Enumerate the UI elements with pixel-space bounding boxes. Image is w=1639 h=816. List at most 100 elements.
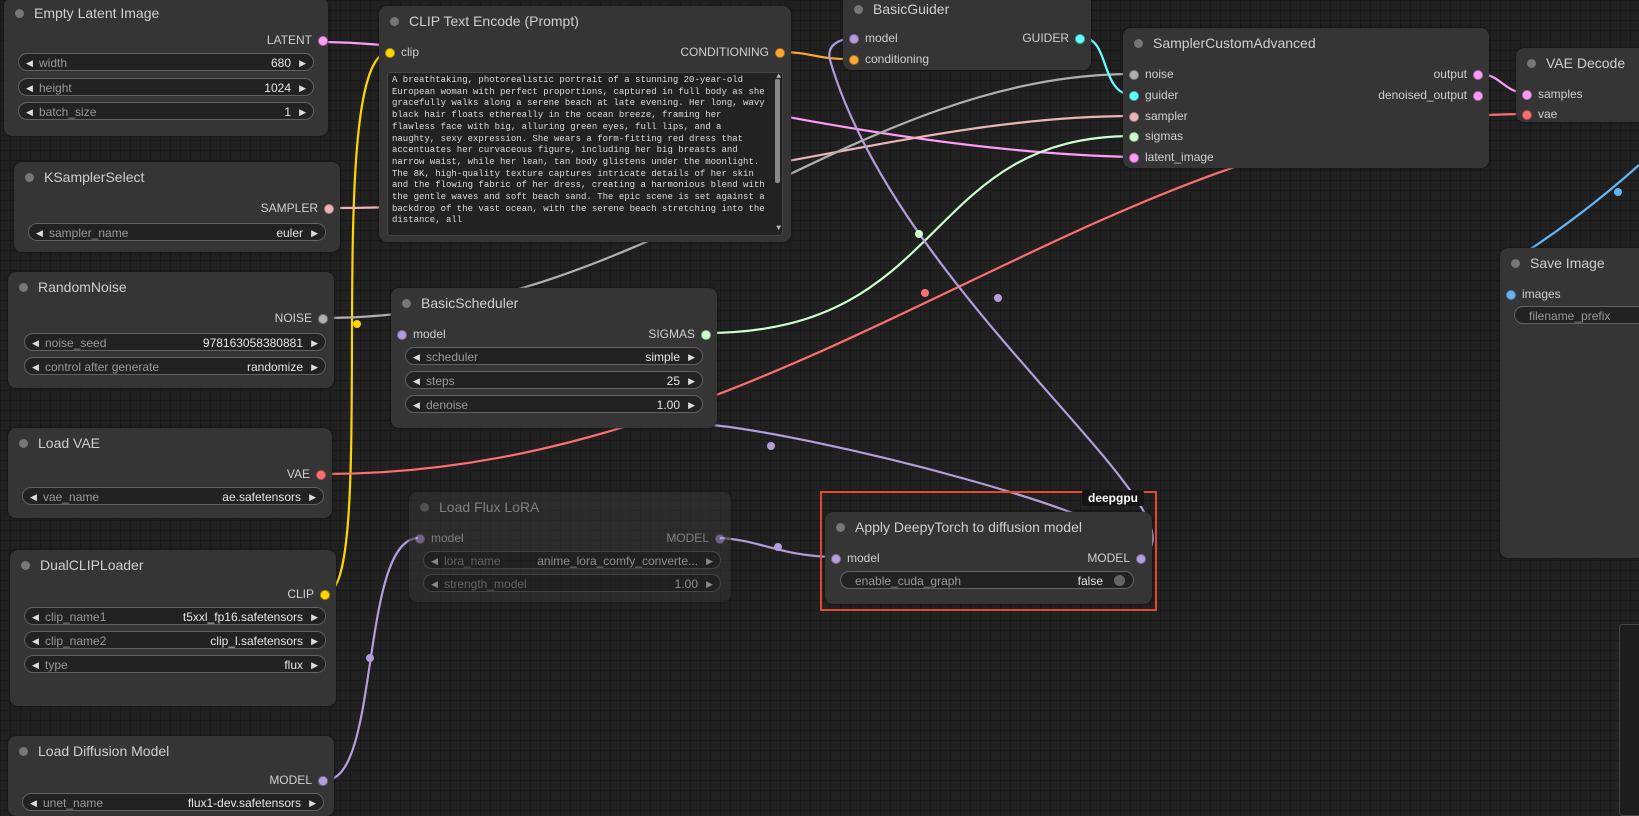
slot-dot-icon[interactable] bbox=[1506, 290, 1516, 300]
node-title[interactable]: BasicGuider bbox=[843, 0, 1091, 24]
decrement-arrow-icon[interactable]: ◀ bbox=[431, 552, 438, 570]
slot-dot-icon[interactable] bbox=[831, 554, 841, 564]
slot-dot-icon[interactable] bbox=[1129, 91, 1139, 101]
collapse-dot-icon[interactable] bbox=[21, 561, 30, 570]
input-samples[interactable]: samples bbox=[1522, 86, 1583, 102]
side-panel-edge[interactable] bbox=[1619, 624, 1639, 816]
increment-arrow-icon[interactable]: ▶ bbox=[309, 794, 316, 812]
decrement-arrow-icon[interactable]: ◀ bbox=[413, 372, 420, 390]
scrollbar[interactable] bbox=[775, 79, 780, 183]
slot-dot-icon[interactable] bbox=[1473, 70, 1483, 80]
collapse-dot-icon[interactable] bbox=[25, 173, 34, 182]
vae-name-widget[interactable]: ◀ vae_name ae.safetensors ▶ bbox=[22, 487, 324, 505]
decrement-arrow-icon[interactable]: ◀ bbox=[26, 103, 33, 121]
collapse-dot-icon[interactable] bbox=[854, 5, 863, 14]
collapse-dot-icon[interactable] bbox=[19, 747, 28, 756]
denoise-widget[interactable]: ◀ denoise 1.00 ▶ bbox=[405, 395, 703, 413]
slot-dot-icon[interactable] bbox=[1473, 91, 1483, 101]
node-dual-clip-loader[interactable]: DualCLIPLoader CLIP ◀ clip_name1 t5xxl_fp1… bbox=[10, 550, 336, 706]
increment-arrow-icon[interactable]: ▶ bbox=[706, 552, 713, 570]
slot-dot-icon[interactable] bbox=[318, 36, 328, 46]
node-title[interactable]: Empty Latent Image bbox=[4, 0, 328, 28]
node-basic-scheduler[interactable]: BasicScheduler model SIGMAS ◀ scheduler si… bbox=[391, 288, 717, 428]
output-conditioning[interactable]: CONDITIONING bbox=[680, 44, 785, 60]
node-title[interactable]: RandomNoise bbox=[8, 272, 334, 302]
reroute-dot[interactable] bbox=[366, 654, 374, 662]
collapse-dot-icon[interactable] bbox=[836, 523, 845, 532]
increment-arrow-icon[interactable]: ▶ bbox=[311, 334, 318, 352]
reroute-dot[interactable] bbox=[915, 230, 923, 238]
node-sampler-custom-advanced[interactable]: SamplerCustomAdvanced noise output guide… bbox=[1123, 28, 1489, 168]
output-model[interactable]: MODEL bbox=[666, 530, 725, 546]
input-sigmas[interactable]: sigmas bbox=[1129, 128, 1183, 144]
node-clip-text-encode[interactable]: CLIP Text Encode (Prompt) clip CONDITION… bbox=[379, 6, 791, 242]
increment-arrow-icon[interactable]: ▶ bbox=[309, 488, 316, 506]
decrement-arrow-icon[interactable]: ◀ bbox=[36, 224, 43, 242]
slot-dot-icon[interactable] bbox=[324, 204, 334, 214]
slot-dot-icon[interactable] bbox=[320, 590, 330, 600]
decrement-arrow-icon[interactable]: ◀ bbox=[30, 488, 37, 506]
decrement-arrow-icon[interactable]: ◀ bbox=[32, 632, 39, 650]
collapse-dot-icon[interactable] bbox=[15, 9, 24, 18]
slot-dot-icon[interactable] bbox=[385, 48, 395, 58]
node-random-noise[interactable]: RandomNoise NOISE ◀ noise_seed 97816305838… bbox=[8, 272, 334, 388]
collapse-dot-icon[interactable] bbox=[420, 503, 429, 512]
wire-deepy-guider[interactable] bbox=[828, 36, 1154, 558]
input-guider[interactable]: guider bbox=[1129, 87, 1178, 103]
slot-dot-icon[interactable] bbox=[1129, 70, 1139, 80]
output-sampler[interactable]: SAMPLER bbox=[261, 200, 334, 216]
slot-dot-icon[interactable] bbox=[1129, 112, 1139, 122]
decrement-arrow-icon[interactable]: ◀ bbox=[26, 54, 33, 72]
increment-arrow-icon[interactable]: ▶ bbox=[299, 54, 306, 72]
slot-dot-icon[interactable] bbox=[1129, 132, 1139, 142]
node-title[interactable]: DualCLIPLoader bbox=[10, 550, 336, 580]
node-apply-deepytorch[interactable]: Apply DeepyTorch to diffusion model mode… bbox=[825, 512, 1152, 604]
node-vae-decode[interactable]: VAE Decode samples vae bbox=[1516, 48, 1639, 122]
node-title[interactable]: VAE Decode bbox=[1516, 48, 1639, 78]
slot-dot-icon[interactable] bbox=[1129, 153, 1139, 163]
reroute-dot[interactable] bbox=[921, 289, 929, 297]
batch-size-widget[interactable]: ◀ batch_size 1 ▶ bbox=[18, 102, 314, 120]
input-model[interactable]: model bbox=[397, 326, 446, 342]
slot-dot-icon[interactable] bbox=[397, 330, 407, 340]
sampler-name-widget[interactable]: ◀ sampler_name euler ▶ bbox=[28, 223, 326, 241]
decrement-arrow-icon[interactable]: ◀ bbox=[30, 794, 37, 812]
slot-dot-icon[interactable] bbox=[1075, 34, 1085, 44]
clip-type-widget[interactable]: ◀ type flux ▶ bbox=[24, 655, 326, 673]
input-images[interactable]: images bbox=[1506, 286, 1561, 302]
increment-arrow-icon[interactable]: ▶ bbox=[299, 79, 306, 97]
slot-dot-icon[interactable] bbox=[316, 470, 326, 480]
node-title[interactable]: Load Diffusion Model bbox=[8, 736, 334, 766]
output-model[interactable]: MODEL bbox=[1087, 550, 1146, 566]
node-title[interactable]: Apply DeepyTorch to diffusion model bbox=[825, 512, 1152, 542]
node-save-image[interactable]: Save Image images filename_prefix bbox=[1500, 248, 1639, 558]
increment-arrow-icon[interactable]: ▶ bbox=[688, 372, 695, 390]
output-vae[interactable]: VAE bbox=[287, 466, 326, 482]
clip-name1-widget[interactable]: ◀ clip_name1 t5xxl_fp16.safetensors ▶ bbox=[24, 607, 326, 625]
output-noise[interactable]: NOISE bbox=[275, 310, 328, 326]
reroute-dot[interactable] bbox=[353, 320, 361, 328]
node-load-vae[interactable]: Load VAE VAE ◀ vae_name ae.safetensors ▶ bbox=[8, 428, 332, 518]
reroute-dot[interactable] bbox=[994, 294, 1002, 302]
slot-dot-icon[interactable] bbox=[415, 534, 425, 544]
node-title[interactable]: Load VAE bbox=[8, 428, 332, 458]
input-vae[interactable]: vae bbox=[1522, 106, 1557, 122]
decrement-arrow-icon[interactable]: ◀ bbox=[32, 608, 39, 626]
increment-arrow-icon[interactable]: ▶ bbox=[688, 348, 695, 366]
enable-cuda-graph-toggle[interactable]: enable_cuda_graph false bbox=[840, 571, 1134, 589]
node-title[interactable]: CLIP Text Encode (Prompt) bbox=[379, 6, 791, 36]
node-load-flux-lora[interactable]: Load Flux LoRA model MODEL ◀ lora_name ani… bbox=[409, 492, 731, 602]
output-denoised[interactable]: denoised_output bbox=[1378, 87, 1483, 103]
output-model[interactable]: MODEL bbox=[269, 772, 328, 788]
slot-dot-icon[interactable] bbox=[1522, 110, 1532, 120]
increment-arrow-icon[interactable]: ▶ bbox=[706, 575, 713, 593]
input-conditioning[interactable]: conditioning bbox=[849, 51, 929, 67]
collapse-dot-icon[interactable] bbox=[1511, 259, 1520, 268]
input-model[interactable]: model bbox=[415, 530, 464, 546]
unet-name-widget[interactable]: ◀ unet_name flux1-dev.safetensors ▶ bbox=[22, 793, 324, 811]
increment-arrow-icon[interactable]: ▶ bbox=[311, 656, 318, 674]
collapse-dot-icon[interactable] bbox=[19, 439, 28, 448]
increment-arrow-icon[interactable]: ▶ bbox=[311, 224, 318, 242]
node-title[interactable]: KSamplerSelect bbox=[14, 162, 340, 192]
slot-dot-icon[interactable] bbox=[701, 330, 711, 340]
